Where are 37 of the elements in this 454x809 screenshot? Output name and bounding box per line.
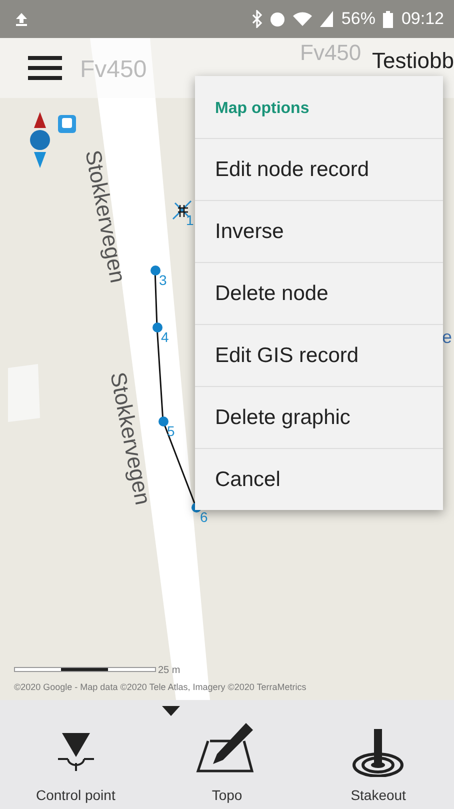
toolbar-button[interactable]: Stakeout [302,700,454,809]
battery-icon [383,10,394,28]
scale-label: 25 m [158,665,180,676]
road-label: Stokkervegen [104,370,156,508]
node-label: 5 [167,423,175,439]
toolbar-button[interactable]: Topo [151,700,303,809]
map-label: e [442,328,452,346]
node-label: 6 [200,509,208,525]
bluetooth-icon [252,10,262,28]
collapse-caret-icon[interactable] [162,706,180,716]
menu-title: Map options [214,99,310,119]
menu-item[interactable]: Edit node record [195,138,443,200]
job-title: Testiobb [372,50,454,72]
bus-stop-icon [57,114,77,134]
node-point[interactable] [150,265,161,276]
signal-icon [320,11,334,27]
menu-item[interactable]: Delete graphic [195,386,443,448]
clock-time: 09:12 [401,9,444,29]
road-label: Fv450 [80,58,147,82]
node-point[interactable] [158,416,169,427]
road-label: Stokkervegen [79,148,131,286]
node-label: 3 [159,272,167,288]
upload-icon [16,12,27,26]
battery-percent: 56% [341,9,376,29]
road-label: Fv450 [300,42,362,64]
node-label: 1 [186,212,194,228]
menu-item[interactable]: Delete node [195,262,443,324]
wifi-icon [293,12,312,26]
node-label: 4 [161,329,169,345]
toolbar-button[interactable]: Control point [0,700,152,809]
menu-item[interactable]: Cancel [195,448,443,510]
menu-item[interactable]: Inverse [195,200,443,262]
menu-icon[interactable] [28,56,62,80]
node-point[interactable] [152,322,163,333]
menu-item[interactable]: Edit GIS record [195,324,443,386]
map-attribution: ©2020 Google - Map data ©2020 Tele Atlas, Imagery ©2020 TerraMetrics [14,682,306,692]
target-stake-icon [352,727,404,777]
